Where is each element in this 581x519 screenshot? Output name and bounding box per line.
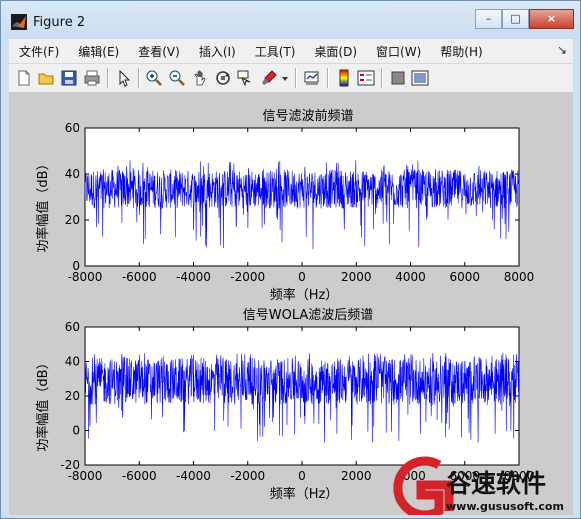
x-tick-label: 0 <box>298 270 306 284</box>
y-tick-label: -20 <box>60 458 80 472</box>
data-cursor-icon[interactable] <box>236 69 254 87</box>
y-tick-label: 20 <box>65 389 80 403</box>
zoom-in-icon[interactable] <box>145 69 163 87</box>
colorbar-icon[interactable] <box>335 69 353 87</box>
rotate-3d-icon[interactable] <box>214 69 232 87</box>
toolbar-separator <box>327 68 329 88</box>
legend-icon[interactable] <box>357 69 375 87</box>
figure-window: Figure 2 – □ × 文件(F) 编辑(E) 查看(V) 插入(I) 工… <box>0 0 581 519</box>
x-tick-label: -6000 <box>122 270 157 284</box>
y-tick-label: 40 <box>65 355 80 369</box>
brush-dropdown-icon[interactable] <box>280 69 290 87</box>
y-tick-label: 0 <box>72 424 80 438</box>
pointer-icon[interactable] <box>115 69 133 87</box>
x-tick-label: 8000 <box>504 270 535 284</box>
zoom-out-icon[interactable] <box>168 69 186 87</box>
x-tick-label: 4000 <box>395 270 426 284</box>
link-plot-icon[interactable] <box>303 69 321 87</box>
close-button[interactable]: × <box>529 9 574 29</box>
x-tick-label: 2000 <box>341 270 372 284</box>
new-figure-icon[interactable] <box>15 69 33 87</box>
open-file-icon[interactable] <box>37 69 55 87</box>
save-icon[interactable] <box>60 69 78 87</box>
toolbar-separator <box>138 68 140 88</box>
brush-icon[interactable] <box>260 69 278 87</box>
figure-canvas: -8000 -6000 -4000 -2000 0 2000 4000 6000 8000 0 20… <box>9 92 573 519</box>
axes-background[interactable] <box>84 127 520 267</box>
figure-toolbar <box>9 63 573 93</box>
plots-svg: -8000 -6000 -4000 -2000 0 2000 4000 6000 8000020… <box>35 108 564 519</box>
y-tick-label: 20 <box>65 213 80 227</box>
x-tick-label: -4000 <box>176 270 211 284</box>
menu-view[interactable]: 查看(V) <box>128 43 189 60</box>
y-tick-label: 60 <box>65 320 80 334</box>
toolbar-separator <box>295 68 297 88</box>
chart-title: 信号WOLA滤波后频谱 <box>243 308 374 323</box>
y-axis-label: 功率幅值（dB） <box>35 356 51 451</box>
toolbar-separator <box>381 68 383 88</box>
matlab-logo-icon <box>11 14 27 30</box>
show-plot-tools-icon[interactable] <box>411 69 429 87</box>
menu-insert[interactable]: 插入(I) <box>189 43 245 60</box>
menu-help[interactable]: 帮助(H) <box>430 43 491 60</box>
print-icon[interactable] <box>83 69 101 87</box>
menu-overflow-icon[interactable]: ↘ <box>557 43 567 57</box>
y-axis-label: 功率幅值（dB） <box>35 157 51 252</box>
y-tick-label: 0 <box>72 259 80 273</box>
y-tick-label: 60 <box>65 121 80 135</box>
chart-title: 信号滤波前频谱 <box>262 108 353 124</box>
menu-edit[interactable]: 编辑(E) <box>68 43 128 60</box>
chart-1: -8000 -6000 -4000 -2000 0 2000 4000 6000 8000020… <box>35 108 534 303</box>
toolbar-separator <box>107 68 109 88</box>
title-bar[interactable]: Figure 2 – □ × <box>1 1 580 39</box>
watermark-brand: 谷速软件 <box>446 469 546 498</box>
x-tick-label: 0 <box>298 469 306 483</box>
y-tick-label: 40 <box>65 167 80 181</box>
x-axis-label: 频率（Hz） <box>270 486 339 502</box>
x-tick-label: 6000 <box>449 270 480 284</box>
menu-window[interactable]: 窗口(W) <box>366 43 430 60</box>
watermark-url: www.gususoft.com <box>446 500 564 513</box>
menu-desktop[interactable]: 桌面(D) <box>304 43 366 60</box>
x-tick-label: -2000 <box>230 469 265 483</box>
menu-bar: 文件(F) 编辑(E) 查看(V) 插入(I) 工具(T) 桌面(D) 窗口(W… <box>9 39 573 63</box>
x-tick-label: -6000 <box>122 469 157 483</box>
window-title: Figure 2 <box>33 15 86 30</box>
menu-file[interactable]: 文件(F) <box>9 43 68 60</box>
maximize-button[interactable]: □ <box>502 9 529 29</box>
pan-icon[interactable] <box>192 69 210 87</box>
minimize-button[interactable]: – <box>475 9 502 29</box>
x-tick-label: -2000 <box>230 270 265 284</box>
menu-tools[interactable]: 工具(T) <box>245 43 305 60</box>
x-tick-label: -4000 <box>176 469 211 483</box>
x-axis-label: 频率（Hz） <box>270 287 339 303</box>
hide-plot-tools-icon[interactable] <box>389 69 407 87</box>
x-tick-label: 2000 <box>341 469 372 483</box>
